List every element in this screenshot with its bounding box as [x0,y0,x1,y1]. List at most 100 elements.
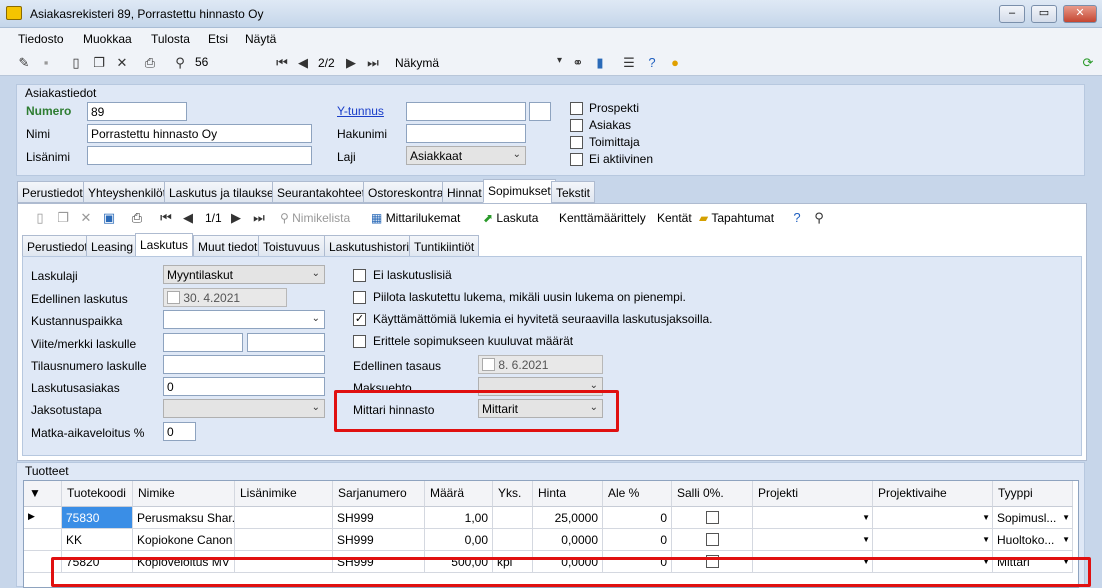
link-icon[interactable]: ⚭ [570,55,586,71]
toimittaja-checkbox[interactable] [570,136,583,149]
dropdown-arrow-icon[interactable]: ▼ [982,535,990,544]
salli-checkbox[interactable] [706,511,719,524]
table-cell[interactable]: Kopiokone Canon [133,529,235,551]
hakunimi-field[interactable] [406,124,526,143]
tyyppi-cell[interactable]: Sopimusl... ▼ [993,507,1073,529]
row-selector[interactable] [24,529,62,551]
menu-tulosta[interactable]: Tulosta [151,32,190,46]
col-tyyppi[interactable]: Tyyppi [993,481,1073,507]
menu-muokkaa[interactable]: Muokkaa [83,32,132,46]
tab-tekstit[interactable]: Tekstit [551,181,596,203]
tab-laskutus-ja-tilaukset[interactable]: Laskutus ja tilaukset [164,181,283,203]
projektivaihe-cell[interactable]: ▼ [873,507,993,529]
dropdown-arrow-icon[interactable]: ▼ [862,535,870,544]
laji-select[interactable]: Asiakkaat ⌄ [406,146,526,165]
menu-etsi[interactable]: Etsi [208,32,228,46]
tab-hinnat[interactable]: Hinnat [442,181,487,203]
tab-ostoreskontra[interactable]: Ostoreskontra [363,181,449,203]
projekti-cell[interactable]: ▼ [753,529,873,551]
subtab-perustiedot[interactable]: Perustiedot [22,235,93,257]
ytunnus-link[interactable]: Y-tunnus [337,104,384,118]
tapahtumat-button[interactable]: ▰ Tapahtumat [699,211,774,225]
list-icon[interactable]: ☰ [621,55,637,71]
tab-sopimukset[interactable]: Sopimukset [483,179,556,203]
delete-icon[interactable]: ✕ [114,55,130,71]
save-icon[interactable]: ▪ [38,55,54,71]
table-cell[interactable] [235,507,333,529]
projektivaihe-cell[interactable]: ▼ [873,529,993,551]
copy-contract-icon[interactable]: ❐ [55,210,71,226]
first-record-icon[interactable]: ⏮ [274,55,290,71]
table-cell[interactable] [493,507,533,529]
table-cell[interactable] [235,529,333,551]
matka-field[interactable]: 0 [163,422,196,441]
find-contract-icon[interactable]: ⚲ [811,210,827,226]
database-icon[interactable]: ▮ [592,55,608,71]
close-button[interactable]: ✕ [1063,5,1097,23]
subtab-laskutus[interactable]: Laskutus [135,233,194,257]
col-salli[interactable]: Salli 0%. [672,481,753,507]
new-contract-icon[interactable]: ▯ [32,210,48,226]
lisanimi-field[interactable] [87,146,312,165]
ei-aktiivinen-checkbox[interactable] [570,153,583,166]
prev-contract-icon[interactable]: ◀ [180,210,196,226]
print-icon[interactable]: ⎙ [142,55,158,71]
ytunnus-extra-field[interactable] [529,102,551,121]
col-nimike[interactable]: Nimike [133,481,235,507]
merkki-field[interactable] [247,333,325,352]
salli-checkbox[interactable] [706,533,719,546]
ytunnus-field[interactable] [406,102,526,121]
kentat-button[interactable]: Kentät [657,211,692,225]
find-icon[interactable]: ⚲ [172,55,188,71]
mittarilukemat-button[interactable]: ▦ Mittarilukemat [371,211,460,225]
table-cell[interactable]: Perusmaksu Shar... [133,507,235,529]
salli-cell[interactable] [672,529,753,551]
table-cell[interactable]: 25,0000 [533,507,603,529]
ei-laskutuslisia-checkbox[interactable] [353,269,366,282]
numero-field[interactable]: 89 [87,102,187,121]
erittele-checkbox[interactable] [353,335,366,348]
delete-contract-icon[interactable]: ✕ [78,210,94,226]
table-cell[interactable]: 0 [603,529,672,551]
asiakas-checkbox[interactable] [570,119,583,132]
tab-perustiedot[interactable]: Perustiedot [17,181,88,203]
minimize-button[interactable]: – [999,5,1025,23]
table-cell[interactable] [493,529,533,551]
tab-yhteyshenkilot[interactable]: Yhteyshenkilöt [83,181,172,203]
salli-cell[interactable] [672,507,753,529]
dropdown-arrow-icon[interactable]: ▼ [1062,513,1070,522]
nimikelista-button[interactable]: ⚲ Nimikelista [280,211,350,225]
table-cell[interactable]: 0,0000 [533,529,603,551]
exit-icon[interactable]: ● [667,55,683,71]
next-record-icon[interactable]: ▶ [343,55,359,71]
col-sarjanumero[interactable]: Sarjanumero [333,481,425,507]
tab-seurantakohteet[interactable]: Seurantakohteet [272,181,371,203]
first-contract-icon[interactable]: ⏮ [158,210,174,226]
subtab-laskutushistoria[interactable]: Laskutushistoria [324,235,421,257]
projekti-cell[interactable]: ▼ [753,507,873,529]
help-contract-icon[interactable]: ? [789,210,805,226]
col-hinta[interactable]: Hinta [533,481,603,507]
col-yks[interactable]: Yks. [493,481,533,507]
col-projekti[interactable]: Projekti [753,481,873,507]
nimi-field[interactable]: Porrastettu hinnasto Oy [87,124,312,143]
piilota-checkbox[interactable] [353,291,366,304]
dropdown-arrow-icon[interactable]: ▼ [982,513,990,522]
help-icon[interactable]: ? [644,55,660,71]
menu-tiedosto[interactable]: Tiedosto [18,32,64,46]
laskuta-button[interactable]: ⬈ Laskuta [483,211,538,225]
laskulaji-select[interactable]: Myyntilaskut ⌄ [163,265,325,284]
tilausnumero-field[interactable] [163,355,325,374]
viite-field[interactable] [163,333,243,352]
subtab-toistuvuus[interactable]: Toistuvuus [258,235,325,257]
menu-nayta[interactable]: Näytä [245,32,276,46]
kenttamaarittely-button[interactable]: Kenttämäärittely [559,211,646,225]
col-projektivaihe[interactable]: Projektivaihe [873,481,993,507]
subtab-leasing[interactable]: Leasing [86,235,139,257]
copy-icon[interactable]: ❐ [91,55,107,71]
dropdown-arrow-icon[interactable]: ▼ [1062,535,1070,544]
laskutusasiakas-field[interactable]: 0 [163,377,325,396]
kustannuspaikka-select[interactable]: ⌄ [163,310,325,329]
dropdown-arrow-icon[interactable]: ▼ [862,513,870,522]
prev-record-icon[interactable]: ◀ [295,55,311,71]
